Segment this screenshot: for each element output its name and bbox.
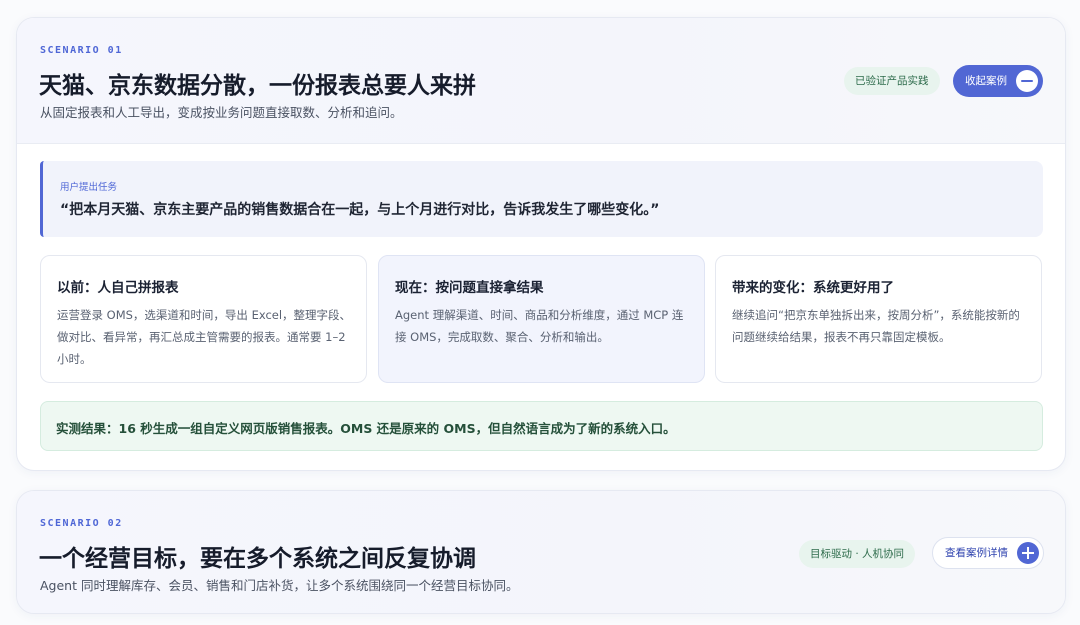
status-badge: 已验证产品实践: [844, 67, 940, 95]
column-title: 现在：按问题直接拿结果: [395, 280, 544, 296]
scenario-subtitle: Agent 同时理解库存、会员、销售和门店补货，让多个系统围绕同一个经营目标协同…: [40, 578, 519, 593]
column-body: Agent 理解渠道、时间、商品和分析维度，通过 MCP 连接 OMS，完成取数…: [395, 308, 684, 344]
collapse-case-button[interactable]: 收起案例: [953, 65, 1043, 97]
collapse-case-label: 收起案例: [965, 75, 1007, 87]
scenario-card-2: SCENARIO 02 一个经营目标，要在多个系统之间反复协调 Agent 同时…: [16, 490, 1066, 614]
view-case-details-button[interactable]: 查看案例详情: [932, 537, 1044, 569]
scenario-title: 一个经营目标，要在多个系统之间反复协调: [39, 546, 476, 572]
now-column: 现在：按问题直接拿结果 Agent 理解渠道、时间、商品和分析维度，通过 MCP…: [378, 255, 705, 383]
task-label: 用户提出任务: [60, 182, 118, 193]
result-banner: 实测结果：16 秒生成一组自定义网页版销售报表。OMS 还是原来的 OMS，但自…: [40, 401, 1043, 451]
before-column: 以前：人自己拼报表 运营登录 OMS，选渠道和时间，导出 Excel，整理字段、…: [40, 255, 367, 383]
column-body: 继续追问“把京东单独拆出来，按周分析”，系统能按新的问题继续给结果，报表不再只靠…: [732, 308, 1020, 344]
user-task-quote: 用户提出任务 “把本月天猫、京东主要产品的销售数据合在一起，与上个月进行对比，告…: [40, 161, 1043, 237]
scenario-subtitle: 从固定报表和人工导出，变成按业务问题直接取数、分析和追问。: [40, 105, 403, 120]
scenario-header: SCENARIO 02 一个经营目标，要在多个系统之间反复协调 Agent 同时…: [17, 491, 1065, 613]
plus-icon: [1017, 542, 1039, 564]
scenario-label: SCENARIO 01: [40, 45, 123, 56]
column-title: 以前：人自己拼报表: [57, 280, 179, 296]
scenario-header: SCENARIO 01 天猫、京东数据分散，一份报表总要人来拼 从固定报表和人工…: [17, 18, 1065, 144]
column-body: 运营登录 OMS，选渠道和时间，导出 Excel，整理字段、做对比、看异常，再汇…: [57, 308, 352, 366]
view-case-details-label: 查看案例详情: [945, 547, 1008, 559]
minus-icon: [1016, 70, 1038, 92]
task-quote-text: “把本月天猫、京东主要产品的销售数据合在一起，与上个月进行对比，告诉我发生了哪些…: [60, 202, 660, 218]
status-badge: 目标驱动 · 人机协同: [799, 540, 916, 568]
scenario-label: SCENARIO 02: [40, 518, 123, 529]
scenario-card-1: SCENARIO 01 天猫、京东数据分散，一份报表总要人来拼 从固定报表和人工…: [16, 17, 1066, 471]
scenario-title: 天猫、京东数据分散，一份报表总要人来拼: [39, 73, 476, 99]
result-text: 实测结果：16 秒生成一组自定义网页版销售报表。OMS 还是原来的 OMS，但自…: [56, 421, 676, 436]
change-column: 带来的变化：系统更好用了 继续追问“把京东单独拆出来，按周分析”，系统能按新的问…: [715, 255, 1042, 383]
column-title: 带来的变化：系统更好用了: [732, 280, 894, 296]
